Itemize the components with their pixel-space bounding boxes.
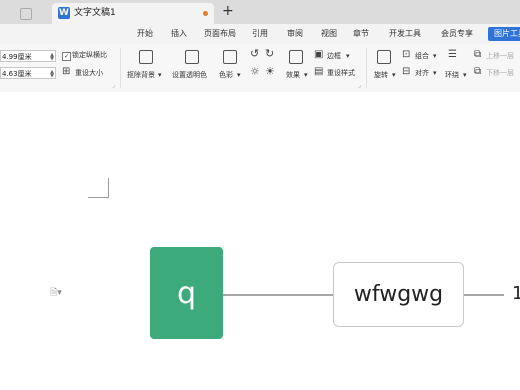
color-dropdown-icon[interactable]: ▾ <box>237 70 241 80</box>
rotate-left-icon[interactable]: ↺ <box>250 48 259 60</box>
menu-picture-tools[interactable]: 图片工具 <box>488 27 520 41</box>
ribbon-divider <box>366 48 367 88</box>
border-dropdown-icon[interactable]: ▾ <box>346 51 350 61</box>
wrap-text-icon[interactable]: ☰ <box>448 49 457 61</box>
remove-background-icon[interactable] <box>139 50 153 64</box>
ribbon-toolbar: 4.99厘米 ▲ ▼ 4.63厘米 ▲ ▼ ✓ 锁定纵横比 ⊞ 重设大小 抠除背景 … <box>0 44 520 93</box>
bring-forward-icon[interactable]: ⧉ <box>474 49 481 61</box>
border-button[interactable]: 边框 <box>327 51 341 61</box>
effects-button[interactable]: 效果 <box>286 70 300 80</box>
menu-page-layout[interactable]: 页面布局 <box>204 28 236 40</box>
rotate-button[interactable]: 旋转 <box>374 70 388 80</box>
document-canvas[interactable] <box>0 92 520 390</box>
width-input[interactable]: 4.63厘米 ▲ ▼ <box>0 67 56 79</box>
menu-view[interactable]: 视图 <box>321 28 337 40</box>
tab-bar: W 文字文稿1 + <box>0 0 520 24</box>
send-backward-icon[interactable]: ⧉ <box>474 66 481 78</box>
page-margin-corner <box>88 178 109 198</box>
menu-membership[interactable]: 会员专享 <box>441 28 473 40</box>
style-group-expand-icon[interactable]: ⌟ <box>358 81 361 91</box>
lock-ratio-checkbox[interactable]: ✓ <box>62 52 71 61</box>
combine-icon[interactable]: ⊡ <box>402 49 410 61</box>
effects-icon[interactable] <box>289 50 303 64</box>
menu-review[interactable]: 审阅 <box>287 28 303 40</box>
unsaved-indicator-icon <box>203 11 208 16</box>
rotate-dropdown-icon[interactable]: ▾ <box>392 70 396 80</box>
home-tab-icon <box>20 8 32 20</box>
reset-style-button[interactable]: 重设样式 <box>327 68 355 78</box>
rotate-right-icon[interactable]: ↻ <box>265 48 274 60</box>
lock-ratio-label: 锁定纵横比 <box>72 51 107 59</box>
remove-background-button[interactable]: 抠除背景 <box>127 70 155 80</box>
height-value: 4.99厘米 <box>2 53 32 61</box>
set-transparent-color-button[interactable]: 设置透明色 <box>172 70 207 80</box>
mindmap-node-q[interactable]: q <box>150 247 223 339</box>
bring-forward-button[interactable]: 上移一层 <box>486 51 514 61</box>
reset-size-button[interactable]: 重设大小 <box>75 68 103 78</box>
menu-developer[interactable]: 开发工具 <box>389 28 421 40</box>
tab-home[interactable] <box>0 4 50 24</box>
width-value: 4.63厘米 <box>2 70 32 78</box>
wrap-button[interactable]: 环绕 <box>445 70 459 80</box>
menu-references[interactable]: 引用 <box>252 28 268 40</box>
contrast-icon[interactable]: ☀ <box>265 66 275 78</box>
combine-button[interactable]: 组合 <box>415 51 429 61</box>
reset-style-icon[interactable]: ▤ <box>314 66 323 78</box>
ribbon-divider <box>120 48 121 88</box>
menu-sections[interactable]: 章节 <box>353 28 369 40</box>
effects-dropdown-icon[interactable]: ▾ <box>304 70 308 80</box>
brightness-icon[interactable]: ☼ <box>250 66 260 78</box>
send-backward-button[interactable]: 下移一层 <box>486 68 514 78</box>
size-group-expand-icon[interactable]: ⌟ <box>112 81 115 91</box>
color-icon[interactable] <box>223 50 237 64</box>
node-connector <box>223 294 334 296</box>
node-connector <box>464 294 504 296</box>
reset-size-icon[interactable]: ⊞ <box>62 66 70 78</box>
rotate-icon[interactable] <box>377 50 391 64</box>
width-spinner-icon[interactable]: ▲ ▼ <box>50 70 54 79</box>
tab-document[interactable]: W 文字文稿1 <box>52 3 214 24</box>
writer-doc-icon: W <box>58 7 70 19</box>
mindmap-node-1[interactable]: 1 <box>512 282 520 306</box>
wrap-dropdown-icon[interactable]: ▾ <box>463 70 467 80</box>
new-tab-button[interactable]: + <box>222 3 234 19</box>
paragraph-menu-icon[interactable]: 🗎▾ <box>50 288 62 298</box>
remove-background-dropdown-icon[interactable]: ▾ <box>158 70 162 80</box>
set-transparent-color-icon[interactable] <box>185 50 199 64</box>
tab-document-label: 文字文稿1 <box>74 8 116 18</box>
height-input[interactable]: 4.99厘米 ▲ ▼ <box>0 50 56 62</box>
align-icon[interactable]: ⊟ <box>402 66 410 78</box>
menu-insert[interactable]: 插入 <box>171 28 187 40</box>
color-button[interactable]: 色彩 <box>219 70 233 80</box>
align-dropdown-icon[interactable]: ▾ <box>433 68 437 78</box>
mindmap-node-wfwgwg[interactable]: wfwgwg <box>333 262 464 327</box>
height-spinner-icon[interactable]: ▲ ▼ <box>50 53 54 62</box>
menu-home[interactable]: 开始 <box>137 28 153 40</box>
combine-dropdown-icon[interactable]: ▾ <box>433 51 437 61</box>
menu-bar: 开始 插入 页面布局 引用 审阅 视图 章节 开发工具 会员专享 图片工具 <box>0 24 520 44</box>
align-button[interactable]: 对齐 <box>415 68 429 78</box>
border-icon[interactable]: ▣ <box>314 49 323 61</box>
